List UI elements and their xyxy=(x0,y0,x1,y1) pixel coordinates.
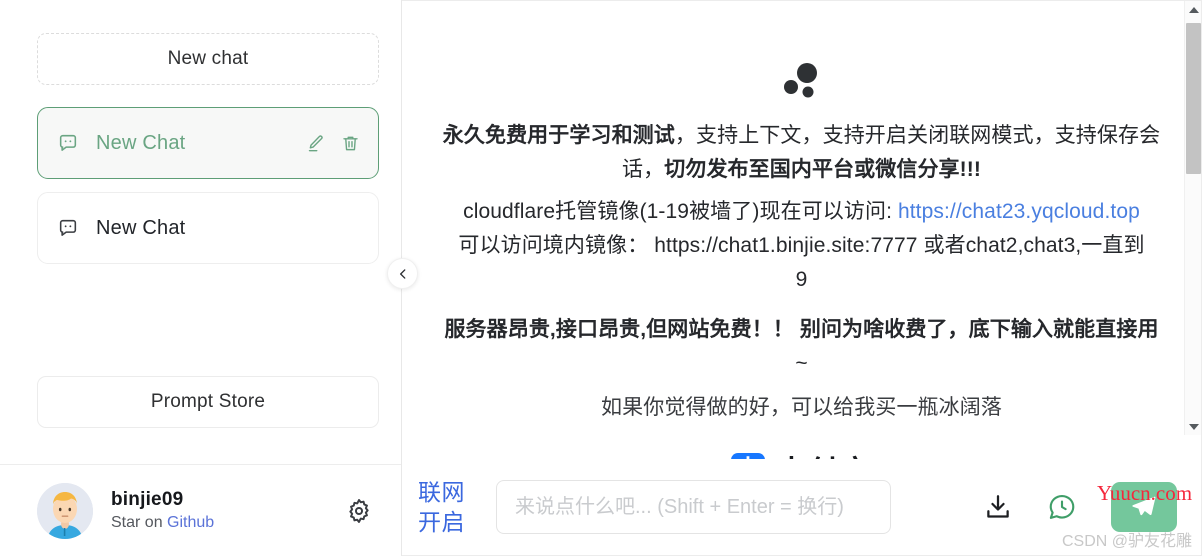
star-on-text: Star on xyxy=(111,514,168,531)
chevron-left-icon xyxy=(399,268,405,279)
mirror-prefix-text: cloudflare托管镜像(1-19被墙了)现在可以访问: xyxy=(463,200,898,223)
sidebar-top-section: New chat New Chat New Chat xyxy=(0,0,401,264)
message-line-2: 话，切勿发布至国内平台或微信分享!!! xyxy=(442,153,1162,187)
user-meta: binjie09 Star on Github xyxy=(111,489,345,532)
cloudflare-mirror-link[interactable]: https://chat23.yqcloud.top xyxy=(898,200,1140,223)
message-line-1-bold: 永久免费用于学习和测试 xyxy=(442,124,675,147)
chat-list-item-selected[interactable]: New Chat xyxy=(37,107,379,179)
chat-app-window: New chat New Chat New Chat Prompt Store … xyxy=(0,0,1202,556)
message-line-1: 永久免费用于学习和测试，支持上下文，支持开启关闭联网模式，支持保存会 xyxy=(442,119,1162,153)
network-toggle-line-2: 开启 xyxy=(418,509,465,535)
send-button[interactable] xyxy=(1111,482,1177,532)
message-input-box[interactable] xyxy=(496,480,891,534)
avatar-illustration xyxy=(37,482,93,539)
chat-bubble-icon xyxy=(57,132,79,154)
sidebar-footer: binjie09 Star on Github xyxy=(0,464,401,556)
chat-list-item-label: New Chat xyxy=(96,131,186,154)
alipay-logo: 支 支付宝 xyxy=(442,447,1162,459)
sidebar-collapse-toggle[interactable] xyxy=(387,258,418,289)
composer-actions xyxy=(891,482,1183,532)
prompt-store-button[interactable]: Prompt Store xyxy=(37,376,379,428)
user-name: binjie09 xyxy=(111,489,184,510)
message-line-2-bold: 切勿发布至国内平台或微信分享!!! xyxy=(664,158,981,181)
sidebar-mid-section: Prompt Store xyxy=(0,376,401,428)
delete-icon[interactable] xyxy=(340,133,361,154)
send-plane-icon xyxy=(1132,496,1156,516)
gear-icon[interactable] xyxy=(345,497,373,525)
chat-bubble-icon xyxy=(57,217,79,239)
scroll-up-arrow-icon[interactable] xyxy=(1185,1,1201,18)
three-dots-logo-icon xyxy=(783,63,817,98)
prompt-store-button-label: Prompt Store xyxy=(150,391,266,412)
composer-bar: 联网 开启 xyxy=(402,459,1201,555)
new-chat-button-label: New chat xyxy=(167,48,249,69)
chat-list: New Chat New Chat xyxy=(37,107,379,264)
message-line-1-rest: ，支持上下文，支持开启关闭联网模式，支持保存会 xyxy=(674,124,1161,147)
network-mode-toggle[interactable]: 联网 开启 xyxy=(418,477,476,537)
message-line-6: 服务器昂贵,接口昂贵,但网站免费！！ 别问为啥收费了，底下输入就能直接用 xyxy=(444,318,1159,341)
message-line-8: 如果你觉得做的好，可以给我买一瓶冰阔落 xyxy=(601,396,1002,419)
avatar[interactable] xyxy=(37,482,93,539)
message-line-3: cloudflare托管镜像(1-19被墙了)现在可以访问: https://c… xyxy=(442,195,1162,229)
main-panel: 永久免费用于学习和测试，支持上下文，支持开启关闭联网模式，支持保存会 话，切勿发… xyxy=(402,0,1202,556)
user-subtitle: Star on Github xyxy=(111,514,345,532)
download-icon[interactable] xyxy=(983,492,1013,522)
message-line-4: 可以访问境内镜像： https://chat1.binjie.site:7777… xyxy=(458,234,1145,257)
history-icon[interactable] xyxy=(1047,492,1077,522)
welcome-message: 永久免费用于学习和测试，支持上下文，支持开启关闭联网模式，支持保存会 话，切勿发… xyxy=(442,119,1162,459)
conversation-scrollbar[interactable] xyxy=(1184,1,1201,435)
github-link[interactable]: Github xyxy=(167,514,214,531)
network-toggle-line-1: 联网 xyxy=(418,479,465,505)
chat-list-item-label: New Chat xyxy=(96,216,186,239)
message-line-5: 9 xyxy=(795,268,808,291)
alipay-label: 支付宝 xyxy=(776,447,872,459)
scrollbar-thumb[interactable] xyxy=(1186,23,1201,174)
new-chat-button[interactable]: New chat xyxy=(37,33,379,85)
message-line-2-rest: 话， xyxy=(622,158,665,181)
message-line-7: ~ xyxy=(795,352,808,375)
scroll-down-arrow-icon[interactable] xyxy=(1185,418,1201,435)
assistant-logo xyxy=(432,57,1171,107)
chat-list-item[interactable]: New Chat xyxy=(37,192,379,264)
chat-item-actions xyxy=(305,133,361,154)
sidebar: New chat New Chat New Chat Prompt Store … xyxy=(0,0,402,556)
conversation-area: 永久免费用于学习和测试，支持上下文，支持开启关闭联网模式，支持保存会 话，切勿发… xyxy=(402,1,1201,459)
edit-icon[interactable] xyxy=(305,133,326,154)
message-input[interactable] xyxy=(515,495,872,519)
